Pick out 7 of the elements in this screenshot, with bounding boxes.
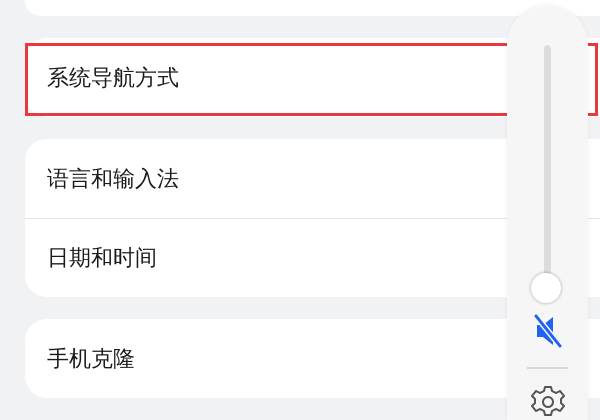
settings-item[interactable]: 日期和时间 <box>47 243 157 273</box>
settings-item[interactable]: 语言和输入法 <box>47 164 179 194</box>
settings-item[interactable]: 手机克隆 <box>47 344 135 374</box>
settings-item[interactable]: 系统导航方式 <box>47 62 179 92</box>
speaker-muted-icon[interactable] <box>533 313 563 349</box>
slider-handle[interactable] <box>531 273 561 303</box>
settings-icon[interactable] <box>531 385 565 419</box>
